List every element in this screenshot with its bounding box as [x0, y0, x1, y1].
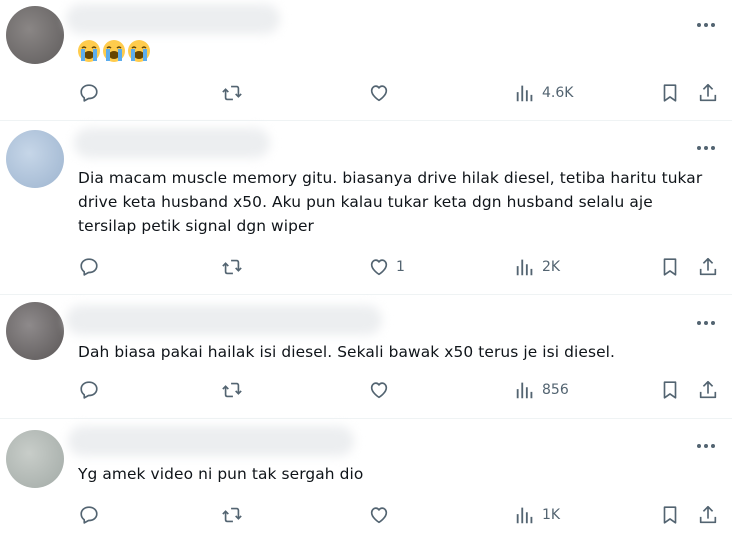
heart-icon	[370, 259, 388, 276]
bookmark-icon	[663, 506, 677, 524]
repost-icon	[222, 259, 242, 275]
avatar[interactable]	[6, 6, 64, 64]
tweet-text: Dia macam muscle memory gitu. biasanya d…	[78, 169, 703, 235]
share-icon	[699, 83, 717, 102]
reply-button[interactable]	[78, 504, 100, 526]
more-options-button[interactable]	[694, 136, 718, 160]
reply-icon	[80, 258, 98, 276]
views-count: 4.6K	[542, 85, 574, 101]
username-blurred	[68, 426, 354, 456]
repost-button[interactable]	[221, 504, 243, 526]
repost-button[interactable]	[221, 379, 243, 401]
emoji-text	[77, 39, 151, 63]
reply-tweet: Dia macam muscle memory gitu. biasanya d…	[0, 121, 732, 295]
bookmark-button[interactable]	[659, 82, 681, 104]
bookmark-button[interactable]	[659, 504, 681, 526]
heart-icon	[370, 382, 388, 399]
reply-tweet: Yg amek video ni pun tak sergah dio 1K	[0, 419, 732, 541]
repost-icon	[222, 507, 242, 523]
tweet-text: Dah biasa pakai hailak isi diesel. Sekal…	[78, 343, 616, 361]
more-icon	[697, 444, 715, 448]
more-icon	[697, 321, 715, 325]
tweet-text: Yg amek video ni pun tak sergah dio	[78, 465, 364, 483]
reply-button[interactable]	[78, 379, 100, 401]
views-count: 2K	[542, 259, 561, 275]
avatar[interactable]	[6, 302, 64, 360]
more-options-button[interactable]	[694, 434, 718, 458]
loudly-crying-face-emoji	[128, 40, 150, 62]
heart-icon	[370, 507, 388, 524]
views-icon	[516, 507, 533, 524]
share-icon	[699, 380, 717, 399]
like-button[interactable]: 1	[368, 256, 405, 278]
repost-icon	[222, 85, 242, 101]
views-count: 856	[542, 382, 569, 398]
share-button[interactable]	[697, 504, 719, 526]
username-blurred	[66, 305, 382, 335]
loudly-crying-face-emoji	[78, 40, 100, 62]
views-icon	[516, 259, 533, 276]
username-blurred	[74, 128, 270, 158]
repost-button[interactable]	[221, 82, 243, 104]
views-button[interactable]: 1K	[514, 504, 560, 526]
more-options-button[interactable]	[694, 311, 718, 335]
bookmark-icon	[663, 84, 677, 102]
reply-tweet: Dah biasa pakai hailak isi diesel. Sekal…	[0, 295, 732, 419]
reply-tweet: 4.6K	[0, 0, 732, 121]
repost-button[interactable]	[221, 256, 243, 278]
views-icon	[516, 382, 533, 399]
share-button[interactable]	[697, 256, 719, 278]
more-options-button[interactable]	[694, 13, 718, 37]
bookmark-icon	[663, 258, 677, 276]
bookmark-button[interactable]	[659, 256, 681, 278]
views-button[interactable]: 2K	[514, 256, 560, 278]
more-icon	[697, 23, 715, 27]
views-count: 1K	[542, 507, 561, 523]
reply-icon	[80, 506, 98, 524]
avatar[interactable]	[6, 430, 64, 488]
like-button[interactable]	[368, 379, 396, 401]
share-button[interactable]	[697, 379, 719, 401]
bookmark-icon	[663, 381, 677, 399]
like-button[interactable]	[368, 504, 396, 526]
views-button[interactable]: 856	[514, 379, 569, 401]
share-icon	[699, 505, 717, 524]
like-button[interactable]	[368, 82, 396, 104]
username-blurred	[66, 4, 280, 34]
reply-icon	[80, 381, 98, 399]
heart-icon	[370, 85, 388, 102]
reply-button[interactable]	[78, 82, 100, 104]
bookmark-button[interactable]	[659, 379, 681, 401]
views-button[interactable]: 4.6K	[514, 82, 573, 104]
repost-icon	[222, 382, 242, 398]
avatar[interactable]	[6, 130, 64, 188]
loudly-crying-face-emoji	[103, 40, 125, 62]
share-button[interactable]	[697, 82, 719, 104]
like-count: 1	[396, 259, 405, 275]
views-icon	[516, 85, 533, 102]
more-icon	[697, 146, 715, 150]
reply-button[interactable]	[78, 256, 100, 278]
share-icon	[699, 257, 717, 276]
reply-icon	[80, 84, 98, 102]
